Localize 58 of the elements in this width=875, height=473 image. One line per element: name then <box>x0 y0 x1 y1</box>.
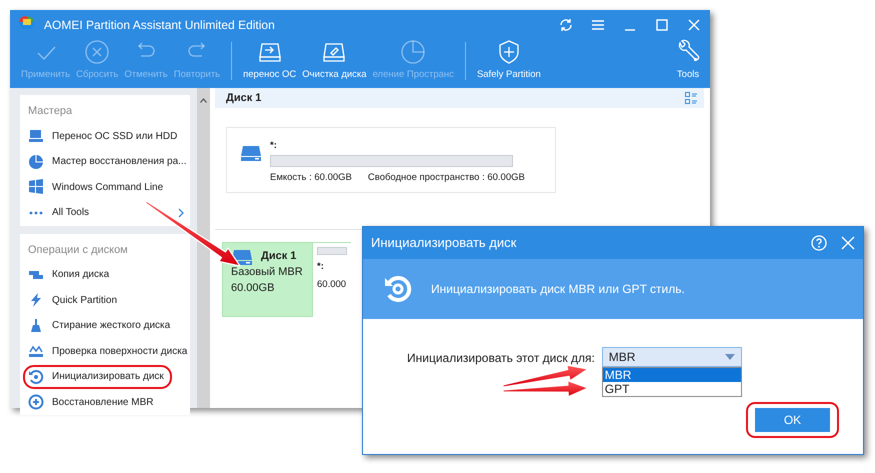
view-toggle-icon[interactable] <box>684 90 698 106</box>
disk-block[interactable]: Диск 1 Базовый MBR 60.00GB <box>222 242 313 317</box>
dots-icon <box>28 210 44 215</box>
dropdown-option[interactable]: MBR <box>602 368 741 382</box>
toolbar-button[interactable]: Очистка диска <box>299 38 370 82</box>
section-title: Операции с диском <box>28 242 128 258</box>
sidebar-item[interactable]: Windows Command Line <box>28 174 190 200</box>
sidebar-item[interactable]: Инициализировать диск <box>23 364 172 390</box>
disk-type: Базовый MBR <box>231 265 304 280</box>
style-select[interactable]: MBR <box>602 347 742 367</box>
windows-icon <box>28 179 44 196</box>
window-title: AOMEI Partition Assistant Unlimited Edition <box>44 17 275 34</box>
capacity-text: Емкость : 60.00GB <box>270 171 352 186</box>
usage-bar <box>317 247 347 255</box>
sidebar-item[interactable]: Стирание жесткого диска <box>28 313 190 338</box>
close-icon[interactable] <box>686 17 702 33</box>
partition-card[interactable]: *: Емкость : 60.00GB Свободное пространство : 60.00GB <box>226 127 556 193</box>
sidebar-item[interactable]: Восстановление MBR <box>28 390 190 415</box>
caret-down-icon[interactable] <box>724 354 735 360</box>
field-label: Инициализировать этот диск для: <box>407 350 595 367</box>
disk-repair-icon <box>28 394 44 410</box>
section-title: Мастера <box>28 104 72 119</box>
scrollbar[interactable] <box>197 88 210 408</box>
disk-reset-icon <box>28 368 44 385</box>
drive-copy-icon <box>28 270 44 280</box>
disk-name: Диск 1 <box>261 249 296 264</box>
disk-title: Диск 1 <box>226 90 262 106</box>
refresh-icon[interactable] <box>558 17 574 33</box>
close-icon[interactable] <box>841 236 855 250</box>
app-logo-icon <box>18 15 36 30</box>
drive-scan-icon <box>28 343 44 360</box>
dialog-title: Инициализировать диск <box>371 234 516 252</box>
ok-button[interactable]: OK <box>755 408 830 432</box>
free-space-text: Свободное пространство : 60.00GB <box>368 171 525 186</box>
sidebar-item[interactable]: Копия диска <box>28 262 190 288</box>
drive-icon <box>240 145 262 161</box>
broom-icon <box>28 318 44 334</box>
toolbar-button[interactable]: Safely Partition <box>474 38 544 82</box>
partition-name: *: <box>270 139 278 153</box>
banner-text: Инициализировать диск MBR или GPT стиль. <box>431 281 685 298</box>
sidebar-item[interactable]: Мастер восстановления ра... <box>28 149 190 174</box>
disk-size: 60.00GB <box>231 280 276 296</box>
sidebar-item[interactable]: Проверка поверхности диска <box>28 338 190 364</box>
disk-reset-icon <box>383 274 413 304</box>
pie-chart-icon <box>28 154 44 170</box>
sidebar-item[interactable]: Quick Partition <box>28 288 190 313</box>
maximize-icon[interactable] <box>654 17 670 33</box>
partition-name: *: <box>317 260 325 274</box>
sidebar-item[interactable]: All Tools <box>28 200 190 226</box>
pie-chart-icon <box>400 38 426 65</box>
dropdown-option[interactable]: GPT <box>602 382 741 396</box>
lightning-icon <box>28 292 44 308</box>
sidebar-item[interactable]: Перенос ОС SSD или HDD <box>28 124 190 149</box>
partition-size: 60.000 <box>317 278 348 292</box>
toolbar-button[interactable]: перенос ОС <box>240 38 300 82</box>
toolbar-button[interactable]: Tools <box>672 38 704 82</box>
cancel-icon <box>84 38 110 65</box>
help-icon[interactable] <box>811 235 827 251</box>
